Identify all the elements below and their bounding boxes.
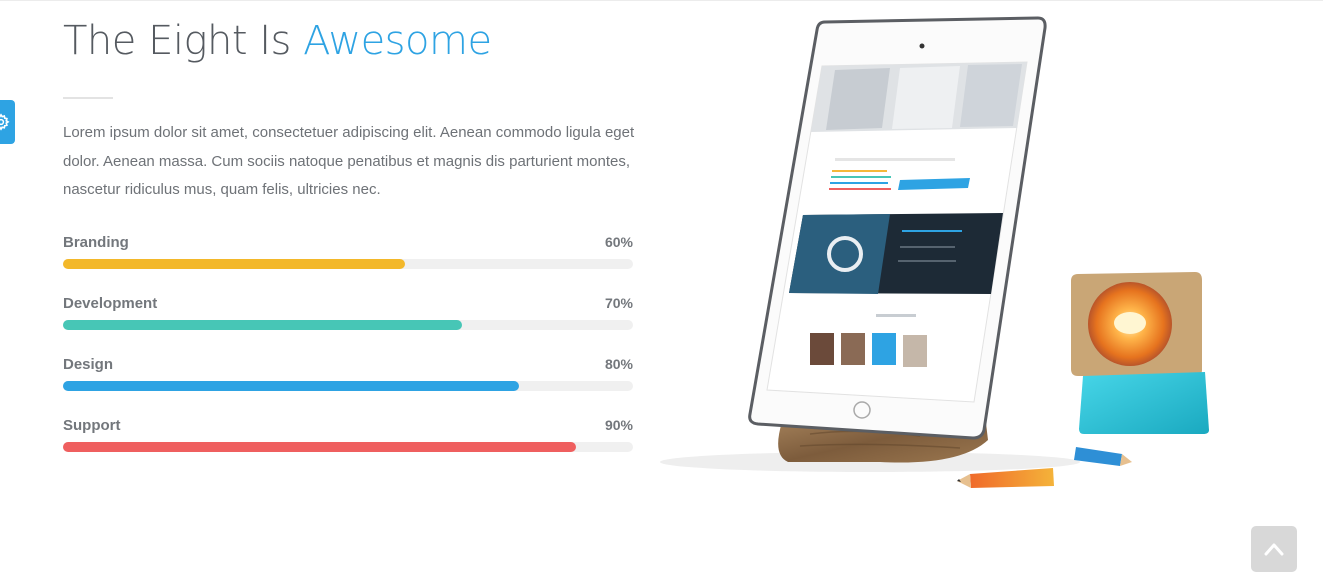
skill-percent: 80%	[604, 356, 633, 372]
screen-team-avatar	[810, 333, 834, 365]
skill-label: Design	[63, 356, 114, 373]
section-title-accent: Awesome	[303, 18, 492, 64]
tablet-mockup-illustration	[660, 16, 1209, 488]
skill-progress-fill	[63, 442, 576, 452]
back-to-top-button[interactable]	[1251, 526, 1297, 572]
skill-progress-fill	[63, 259, 405, 269]
skill-item-design: Design 80%	[63, 354, 633, 415]
skill-item-branding: Branding 60%	[63, 232, 633, 293]
chevron-up-icon	[1264, 543, 1284, 556]
gear-icon	[0, 113, 10, 131]
skills-list: Branding 60% Development 70% Design 80% …	[63, 232, 633, 476]
section-title: The Eight Is Awesome	[63, 18, 492, 64]
skill-label: Support	[63, 417, 121, 434]
skill-label: Development	[63, 295, 158, 312]
title-divider	[63, 97, 113, 99]
style-switcher-toggle[interactable]	[0, 100, 15, 144]
skill-percent: 70%	[604, 295, 633, 311]
skill-label: Branding	[63, 234, 129, 251]
skill-progress-track	[63, 442, 633, 452]
skill-progress-fill	[63, 320, 462, 330]
section-title-main: The Eight Is	[63, 18, 304, 64]
skill-item-development: Development 70%	[63, 293, 633, 354]
skill-percent: 60%	[604, 234, 633, 250]
skill-progress-track	[63, 381, 633, 391]
skill-progress-track	[63, 259, 633, 269]
intro-paragraph: Lorem ipsum dolor sit amet, consectetuer…	[63, 124, 635, 198]
cyan-block	[1079, 372, 1209, 434]
skill-progress-fill	[63, 381, 519, 391]
skill-item-support: Support 90%	[63, 415, 633, 476]
skill-progress-track	[63, 320, 633, 330]
tablet-camera	[919, 43, 925, 49]
screen-text-lines	[835, 158, 955, 161]
orange-pencil	[970, 468, 1054, 488]
blue-pencil	[1074, 447, 1122, 466]
top-divider	[0, 0, 1323, 1]
skill-percent: 90%	[604, 417, 633, 433]
